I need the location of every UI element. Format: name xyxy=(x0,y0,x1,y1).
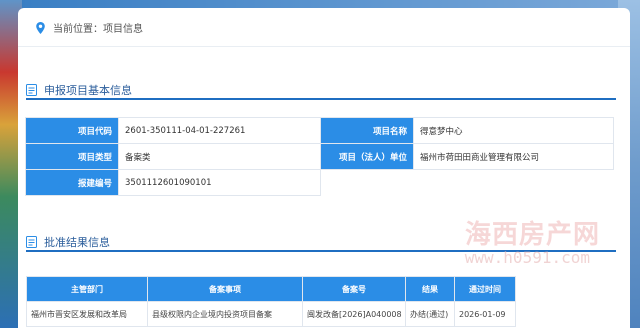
info-row: 项目类型 备案类 项目（法人）单位 福州市荷田田商业管理有限公司 xyxy=(25,143,616,170)
col-header-pass-time: 通过时间 xyxy=(454,276,516,302)
project-code-label: 项目代码 xyxy=(25,117,119,144)
col-header-item: 备案事项 xyxy=(147,276,303,302)
document-icon xyxy=(26,236,37,248)
col-header-filing-no: 备案号 xyxy=(302,276,406,302)
section-title-basic: 申报项目基本信息 xyxy=(26,82,132,98)
table-row: 福州市晋安区发展和改革局 县级权限内企业境内投资项目备案 闽发改备[2026]A… xyxy=(26,301,516,327)
location-pin-icon xyxy=(36,21,45,34)
project-type-label: 项目类型 xyxy=(25,143,119,170)
project-name-value: 得意梦中心 xyxy=(413,117,614,144)
project-entity-value: 福州市荷田田商业管理有限公司 xyxy=(413,143,614,170)
info-row: 报建编号 3501112601090101 xyxy=(25,169,616,196)
breadcrumb-prefix: 当前位置： xyxy=(53,24,103,35)
section-title-result-text: 批准结果信息 xyxy=(44,236,110,249)
watermark-url: www.h0591.com xyxy=(464,248,590,267)
section-title-result: 批准结果信息 xyxy=(26,234,110,250)
project-type-value: 备案类 xyxy=(118,143,321,170)
project-entity-label: 项目（法人）单位 xyxy=(320,143,414,170)
section-title-basic-text: 申报项目基本信息 xyxy=(44,84,132,97)
project-code-value: 2601-350111-04-01-227261 xyxy=(118,117,321,144)
breadcrumb-current[interactable]: 项目信息 xyxy=(103,20,143,35)
cell-pass-time: 2026-01-09 xyxy=(454,301,516,327)
col-header-department: 主管部门 xyxy=(26,276,148,302)
cell-filing-no: 闽发改备[2026]A040008 xyxy=(302,301,406,327)
document-icon xyxy=(26,84,37,96)
info-row: 项目代码 2601-350111-04-01-227261 项目名称 得意梦中心 xyxy=(25,117,616,144)
breadcrumb-divider xyxy=(18,46,630,47)
col-header-result: 结果 xyxy=(405,276,455,302)
cell-result: 办结(通过) xyxy=(405,301,455,327)
cell-item: 县级权限内企业境内投资项目备案 xyxy=(147,301,303,327)
project-name-label: 项目名称 xyxy=(320,117,414,144)
content-panel: 当前位置： 项目信息 申报项目基本信息 项目代码 2601-350111-04-… xyxy=(18,8,630,328)
cell-department: 福州市晋安区发展和改革局 xyxy=(26,301,148,327)
filing-number-value: 3501112601090101 xyxy=(118,169,321,196)
breadcrumb: 当前位置： 项目信息 xyxy=(36,20,143,35)
result-table-header: 主管部门 备案事项 备案号 结果 通过时间 xyxy=(26,276,516,302)
result-table: 主管部门 备案事项 备案号 结果 通过时间 福州市晋安区发展和改革局 县级权限内… xyxy=(26,276,516,327)
section-underline-basic xyxy=(26,98,616,100)
filing-number-label: 报建编号 xyxy=(25,169,119,196)
watermark-logo: 海西房产网 xyxy=(464,220,600,250)
basic-info-table: 项目代码 2601-350111-04-01-227261 项目名称 得意梦中心… xyxy=(25,117,616,196)
